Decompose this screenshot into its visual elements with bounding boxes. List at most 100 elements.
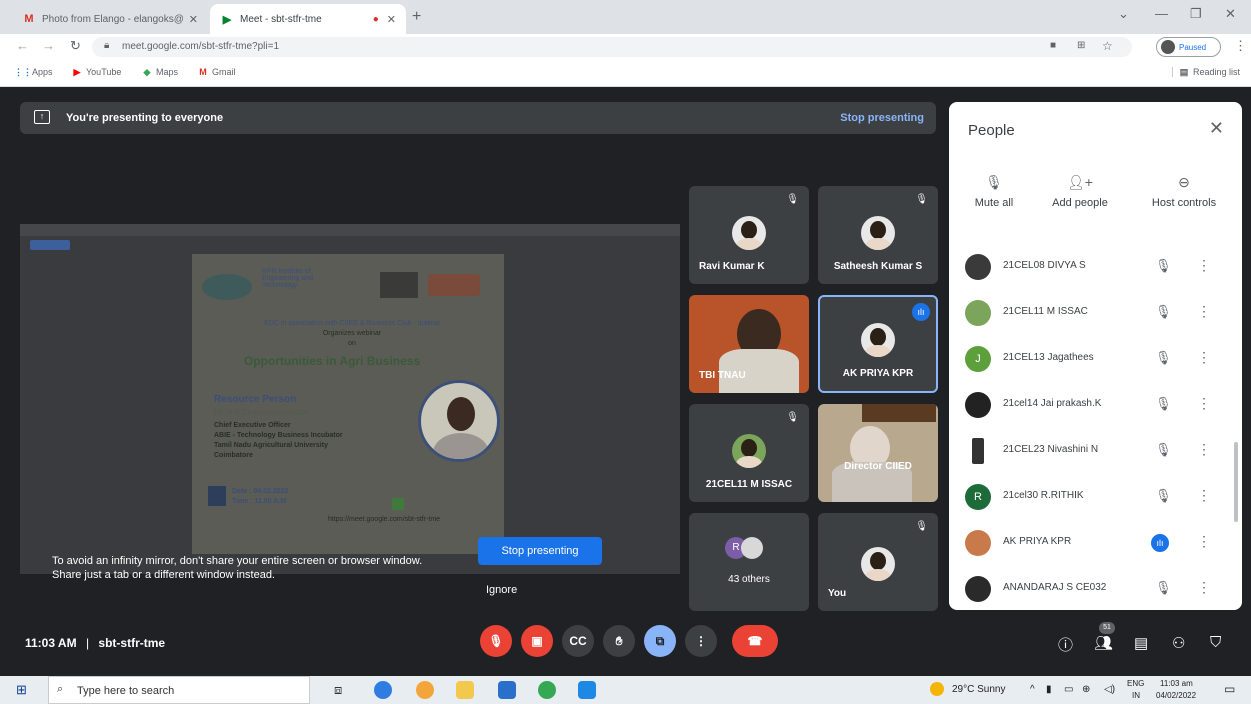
close-icon[interactable]: ✕ xyxy=(1209,118,1224,139)
more-options-icon[interactable]: ⋮ xyxy=(1197,395,1211,412)
mail-icon[interactable] xyxy=(498,681,516,699)
mic-off-icon: 🎙︎ xyxy=(786,412,799,423)
forward-button[interactable]: → xyxy=(42,38,55,53)
activities-icon[interactable]: ⚇ xyxy=(1172,634,1185,652)
participant-tile[interactable]: TBI TNAU xyxy=(689,295,809,393)
more-options-icon[interactable]: ⋮ xyxy=(1197,533,1211,550)
participant-tile[interactable]: R 43 others xyxy=(689,513,809,611)
omnibox[interactable]: 🔒︎ meet.google.com/sbt-stfr-tme?pli=1 ■ … xyxy=(92,37,1132,57)
bookmark-star-icon[interactable]: ☆ xyxy=(1102,39,1113,53)
raise-hand-button[interactable]: ✋︎ xyxy=(603,625,635,657)
more-options-button[interactable]: ⋮ xyxy=(685,625,717,657)
more-options-icon[interactable]: ⋮ xyxy=(1197,257,1211,274)
participant-tile[interactable]: ılı AK PRIYA KPR xyxy=(818,295,938,393)
notifications-icon[interactable]: ▭ xyxy=(1224,682,1235,696)
host-controls-icon: ⊖ xyxy=(1178,174,1190,190)
camera-icon[interactable]: ■ xyxy=(1050,40,1056,51)
more-options-icon[interactable]: ⋮ xyxy=(1197,441,1211,458)
apps-grid-icon: ⋮⋮ xyxy=(14,66,32,77)
list-item[interactable]: AK PRIYA KPR ılı ⋮ xyxy=(949,520,1231,566)
task-view-icon[interactable]: ⧈ xyxy=(334,682,342,698)
leave-call-button[interactable]: ☎︎ xyxy=(732,625,778,657)
list-item[interactable]: J 21CEL13 Jagathees 🎙︎ ⋮ xyxy=(949,336,1231,382)
more-options-icon[interactable]: ⋮ xyxy=(1197,487,1211,504)
self-tile[interactable]: 🎙︎ You xyxy=(818,513,938,611)
info-icon[interactable]: ⓘ xyxy=(1058,634,1073,655)
tab-search-icon[interactable]: ⌄ xyxy=(1118,6,1129,22)
network-icon[interactable]: ▮ xyxy=(1046,684,1052,695)
tab-meet[interactable]: ▶ Meet - sbt-stfr-tme ● ✕ xyxy=(210,4,406,34)
close-window-button[interactable]: ✕ xyxy=(1225,6,1236,22)
list-item[interactable]: 21cel14 Jai prakash.K 🎙︎ ⋮ xyxy=(949,382,1231,428)
close-icon[interactable]: ✕ xyxy=(387,13,396,26)
reload-button[interactable]: ↻ xyxy=(70,38,81,54)
more-options-icon[interactable]: ⋮ xyxy=(1197,349,1211,366)
list-item[interactable]: ANANDARAJ S CE032 🎙︎ ⋮ xyxy=(949,566,1231,610)
list-item[interactable]: 21CEL23 Nivashini N 🎙︎ ⋮ xyxy=(949,428,1231,474)
show-hidden-icons[interactable]: ^ xyxy=(1030,684,1035,695)
profile-button[interactable]: Paused xyxy=(1156,37,1221,57)
list-item[interactable]: R 21cel30 R.RITHIK 🎙︎ ⋮ xyxy=(949,474,1231,520)
bookmark-gmail[interactable]: M Gmail xyxy=(198,67,235,77)
maximize-button[interactable]: ❐ xyxy=(1190,6,1202,22)
bookmark-maps[interactable]: ◆ Maps xyxy=(142,67,178,78)
photos-icon[interactable] xyxy=(578,681,596,699)
avatar xyxy=(741,537,763,559)
mute-all-button[interactable]: 🎙︎ Mute all xyxy=(949,174,1039,209)
input-region[interactable]: IN xyxy=(1132,691,1140,700)
back-button[interactable]: ← xyxy=(16,38,29,53)
tab-gmail[interactable]: M Photo from Elango - elangoks@ ✕ xyxy=(12,4,208,34)
people-icon[interactable]: 👥︎ xyxy=(1094,634,1113,652)
mirror-toolbar xyxy=(20,224,680,236)
taskbar-search[interactable]: ⌕ Type here to search xyxy=(48,676,310,704)
input-language[interactable]: ENG xyxy=(1127,679,1144,688)
webinar-slide: KPR Institute of Engineering and Technol… xyxy=(192,254,504,554)
taskbar-date[interactable]: 04/02/2022 xyxy=(1156,691,1196,700)
bookmark-apps[interactable]: ⋮⋮ Apps xyxy=(14,66,53,78)
list-item[interactable]: 21CEL11 M ISSAC 🎙︎ ⋮ xyxy=(949,290,1231,336)
participant-tile[interactable]: 🎙︎ 21CEL11 M ISSAC xyxy=(689,404,809,502)
separator: | xyxy=(85,636,90,650)
more-options-icon[interactable]: ⋮ xyxy=(1197,579,1211,596)
chrome-icon[interactable] xyxy=(538,681,556,699)
weather-icon[interactable] xyxy=(930,682,944,696)
new-tab-button[interactable]: + xyxy=(412,8,421,26)
scrollbar[interactable] xyxy=(1234,442,1238,522)
captions-button[interactable]: CC xyxy=(562,625,594,657)
chat-icon[interactable]: ▤ xyxy=(1134,634,1148,652)
camera-toggle-button[interactable]: ▣ xyxy=(521,625,553,657)
file-explorer-icon[interactable] xyxy=(456,681,474,699)
list-item[interactable]: 21CEL08 DIVYA S 🎙︎ ⋮ xyxy=(949,244,1231,290)
host-controls-icon[interactable]: ⛉ xyxy=(1210,634,1221,651)
minimize-button[interactable]: — xyxy=(1155,6,1168,21)
language-icon[interactable]: ⊕ xyxy=(1082,684,1090,695)
reading-list[interactable]: ▤ Reading list xyxy=(1172,67,1240,77)
chrome-canary-icon[interactable] xyxy=(416,681,434,699)
menu-icon[interactable]: ⋮ xyxy=(1234,38,1247,54)
bookmark-youtube[interactable]: ▶ YouTube xyxy=(72,67,122,78)
volume-icon[interactable]: ◁) xyxy=(1104,684,1115,695)
participant-tile[interactable]: 🎙︎ Satheesh Kumar S xyxy=(818,186,938,284)
participant-name: 21CEL11 M ISSAC xyxy=(1003,306,1088,317)
battery-icon[interactable]: ▭ xyxy=(1064,684,1073,695)
windows-start-icon[interactable]: ⊞ xyxy=(16,682,27,698)
add-people-button[interactable]: 👤︎+ Add people xyxy=(1035,174,1125,209)
mic-toggle-button[interactable]: 🎙︎ xyxy=(480,625,512,657)
business-club-logo-icon xyxy=(428,274,480,296)
stop-presenting-link[interactable]: Stop presenting xyxy=(840,112,924,124)
close-icon[interactable]: ✕ xyxy=(189,13,198,26)
ignore-button[interactable]: Ignore xyxy=(486,584,517,596)
participant-name: 21CEL08 DIVYA S xyxy=(1003,260,1086,271)
more-options-icon[interactable]: ⋮ xyxy=(1197,303,1211,320)
edge-icon[interactable] xyxy=(374,681,392,699)
stop-presenting-button[interactable]: Stop presenting xyxy=(478,537,602,565)
install-icon[interactable]: ⊞ xyxy=(1077,40,1085,51)
slide-link: https://meet.google.com/sbt-stfr-tme xyxy=(328,516,441,523)
host-controls-button[interactable]: ⊖ Host controls xyxy=(1139,174,1229,209)
participant-name: TBI TNAU xyxy=(699,370,746,381)
action-label: Mute all xyxy=(974,197,1014,209)
participant-tile[interactable]: Director CIIED xyxy=(818,404,938,502)
participant-tile[interactable]: 🎙︎ Ravi Kumar K xyxy=(689,186,809,284)
present-button[interactable]: ⧉ xyxy=(644,625,676,657)
taskbar-time[interactable]: 11:03 am xyxy=(1160,679,1193,688)
